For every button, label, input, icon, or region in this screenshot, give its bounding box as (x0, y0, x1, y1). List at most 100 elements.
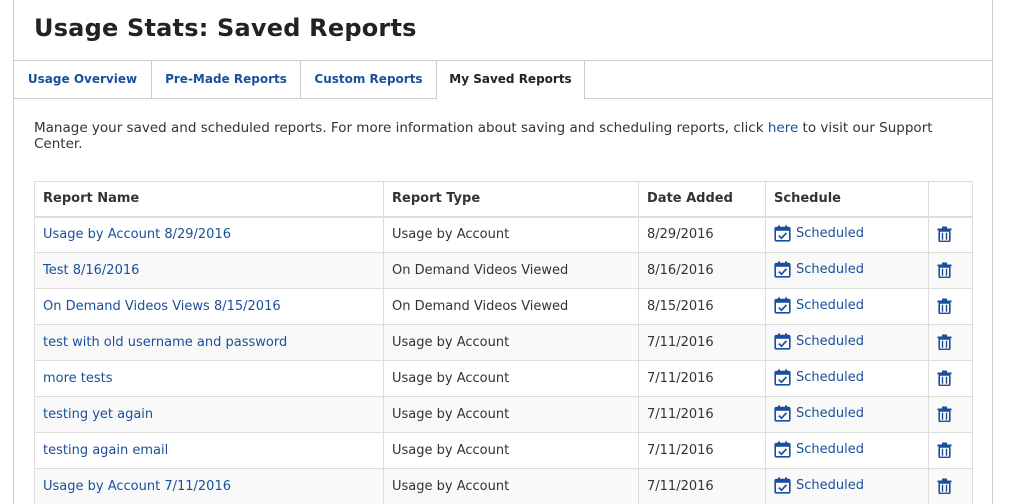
trash-icon[interactable] (937, 226, 952, 246)
actions-cell (928, 468, 973, 504)
report-type-cell: Usage by Account (383, 468, 639, 504)
schedule-cell: Scheduled (765, 252, 929, 289)
schedule-label: Scheduled (796, 298, 864, 313)
table-row: On Demand Videos Views 8/15/2016 On Deman… (34, 288, 973, 325)
header-report-type: Report Type (383, 181, 639, 218)
trash-icon[interactable] (937, 370, 952, 390)
table-row: testing again email Usage by Account 7/11/… (34, 432, 973, 469)
actions-cell (928, 288, 973, 325)
schedule-link[interactable]: Scheduled (774, 441, 864, 458)
trash-icon[interactable] (937, 442, 952, 462)
support-center-link[interactable]: here (768, 120, 798, 136)
report-name-link[interactable]: testing yet again (43, 407, 153, 422)
table-row: Test 8/16/2016 On Demand Videos Viewed 8/1… (34, 252, 973, 289)
saved-reports-panel: Usage Stats: Saved Reports Usage Overvie… (13, 0, 993, 504)
trash-icon[interactable] (937, 262, 952, 282)
date-added-cell: 7/11/2016 (638, 360, 766, 397)
schedule-cell: Scheduled (765, 288, 929, 325)
header-date-added: Date Added (638, 181, 766, 218)
tab-my-saved-reports[interactable]: My Saved Reports (436, 61, 585, 100)
schedule-label: Scheduled (796, 406, 864, 421)
schedule-link[interactable]: Scheduled (774, 369, 864, 386)
schedule-cell: Scheduled (765, 360, 929, 397)
schedule-label: Scheduled (796, 370, 864, 385)
saved-reports-table: Report Name Report Type Date Added Sched… (34, 181, 973, 504)
schedule-label: Scheduled (796, 226, 864, 242)
calendar-check-icon (774, 225, 796, 242)
table-row: Usage by Account 8/29/2016 Usage by Accou… (34, 216, 973, 253)
report-name-cell: test with old username and password (34, 324, 384, 361)
table-row: more tests Usage by Account 7/11/2016 Sched… (34, 360, 973, 397)
report-name-link[interactable]: test with old username and password (43, 335, 287, 350)
trash-icon[interactable] (937, 406, 952, 426)
schedule-link[interactable]: Scheduled (774, 261, 864, 278)
intro-text: Manage your saved and scheduled reports.… (34, 120, 964, 152)
report-type-cell: On Demand Videos Viewed (383, 252, 639, 289)
report-name-cell: more tests (34, 360, 384, 397)
table-body: Usage by Account 8/29/2016 Usage by Accou… (34, 216, 973, 504)
report-name-cell: testing yet again (34, 396, 384, 433)
calendar-check-icon (774, 441, 796, 458)
trash-icon[interactable] (937, 478, 952, 498)
schedule-cell: Scheduled (765, 432, 929, 469)
tab-bar: Usage Overview Pre-Made Reports Custom R… (14, 61, 992, 100)
date-added-cell: 7/11/2016 (638, 432, 766, 469)
tab-pre-made-reports[interactable]: Pre-Made Reports (152, 61, 301, 99)
trash-icon[interactable] (937, 334, 952, 354)
calendar-check-icon (774, 261, 796, 278)
trash-icon[interactable] (937, 298, 952, 318)
tab-usage-overview[interactable]: Usage Overview (14, 61, 152, 99)
schedule-cell: Scheduled (765, 468, 929, 504)
header-actions (928, 181, 973, 218)
report-type-cell: Usage by Account (383, 324, 639, 361)
report-name-link[interactable]: testing again email (43, 443, 168, 458)
header-report-name: Report Name (34, 181, 384, 218)
report-name-link[interactable]: On Demand Videos Views 8/15/2016 (43, 299, 281, 314)
date-added-cell: 7/11/2016 (638, 468, 766, 504)
actions-cell (928, 324, 973, 361)
header-schedule: Schedule (765, 181, 929, 218)
page-header: Usage Stats: Saved Reports (14, 0, 992, 61)
report-name-cell: testing again email (34, 432, 384, 469)
table-row: Usage by Account 7/11/2016 Usage by Accou… (34, 468, 973, 504)
report-name-cell: On Demand Videos Views 8/15/2016 (34, 288, 384, 325)
calendar-check-icon (774, 333, 796, 350)
schedule-link[interactable]: Scheduled (774, 477, 864, 494)
table-row: test with old username and password Usage… (34, 324, 973, 361)
report-type-cell: On Demand Videos Viewed (383, 288, 639, 325)
schedule-link[interactable]: Scheduled (774, 405, 864, 422)
report-name-link[interactable]: more tests (43, 371, 113, 386)
schedule-cell: Scheduled (765, 216, 929, 253)
calendar-check-icon (774, 477, 796, 494)
calendar-check-icon (774, 369, 796, 386)
intro-text-before: Manage your saved and scheduled reports.… (34, 120, 768, 136)
table-header-row: Report Name Report Type Date Added Sched… (34, 181, 973, 218)
report-name-link[interactable]: Usage by Account 7/11/2016 (43, 479, 231, 494)
report-name-cell: Test 8/16/2016 (34, 252, 384, 289)
calendar-check-icon (774, 405, 796, 422)
schedule-cell: Scheduled (765, 324, 929, 361)
report-name-cell: Usage by Account 8/29/2016 (34, 216, 384, 253)
actions-cell (928, 360, 973, 397)
date-added-cell: 8/15/2016 (638, 288, 766, 325)
schedule-label: Scheduled (796, 478, 864, 493)
report-type-cell: Usage by Account (383, 396, 639, 433)
report-name-cell: Usage by Account 7/11/2016 (34, 468, 384, 504)
schedule-link[interactable]: Scheduled (774, 297, 864, 314)
date-added-cell: 8/16/2016 (638, 252, 766, 289)
schedule-link[interactable]: Scheduled (774, 333, 864, 350)
schedule-cell: Scheduled (765, 396, 929, 433)
report-type-cell: Usage by Account (383, 216, 639, 253)
date-added-cell: 7/11/2016 (638, 324, 766, 361)
report-type-cell: Usage by Account (383, 360, 639, 397)
schedule-link[interactable]: Scheduled (774, 225, 864, 242)
report-name-link[interactable]: Test 8/16/2016 (43, 263, 139, 278)
report-name-link[interactable]: Usage by Account 8/29/2016 (43, 227, 231, 242)
schedule-label: Scheduled (796, 262, 864, 277)
table-row: testing yet again Usage by Account 7/11/20… (34, 396, 973, 433)
tab-custom-reports[interactable]: Custom Reports (301, 61, 437, 99)
schedule-label: Scheduled (796, 334, 864, 349)
date-added-cell: 7/11/2016 (638, 396, 766, 433)
actions-cell (928, 432, 973, 469)
actions-cell (928, 396, 973, 433)
